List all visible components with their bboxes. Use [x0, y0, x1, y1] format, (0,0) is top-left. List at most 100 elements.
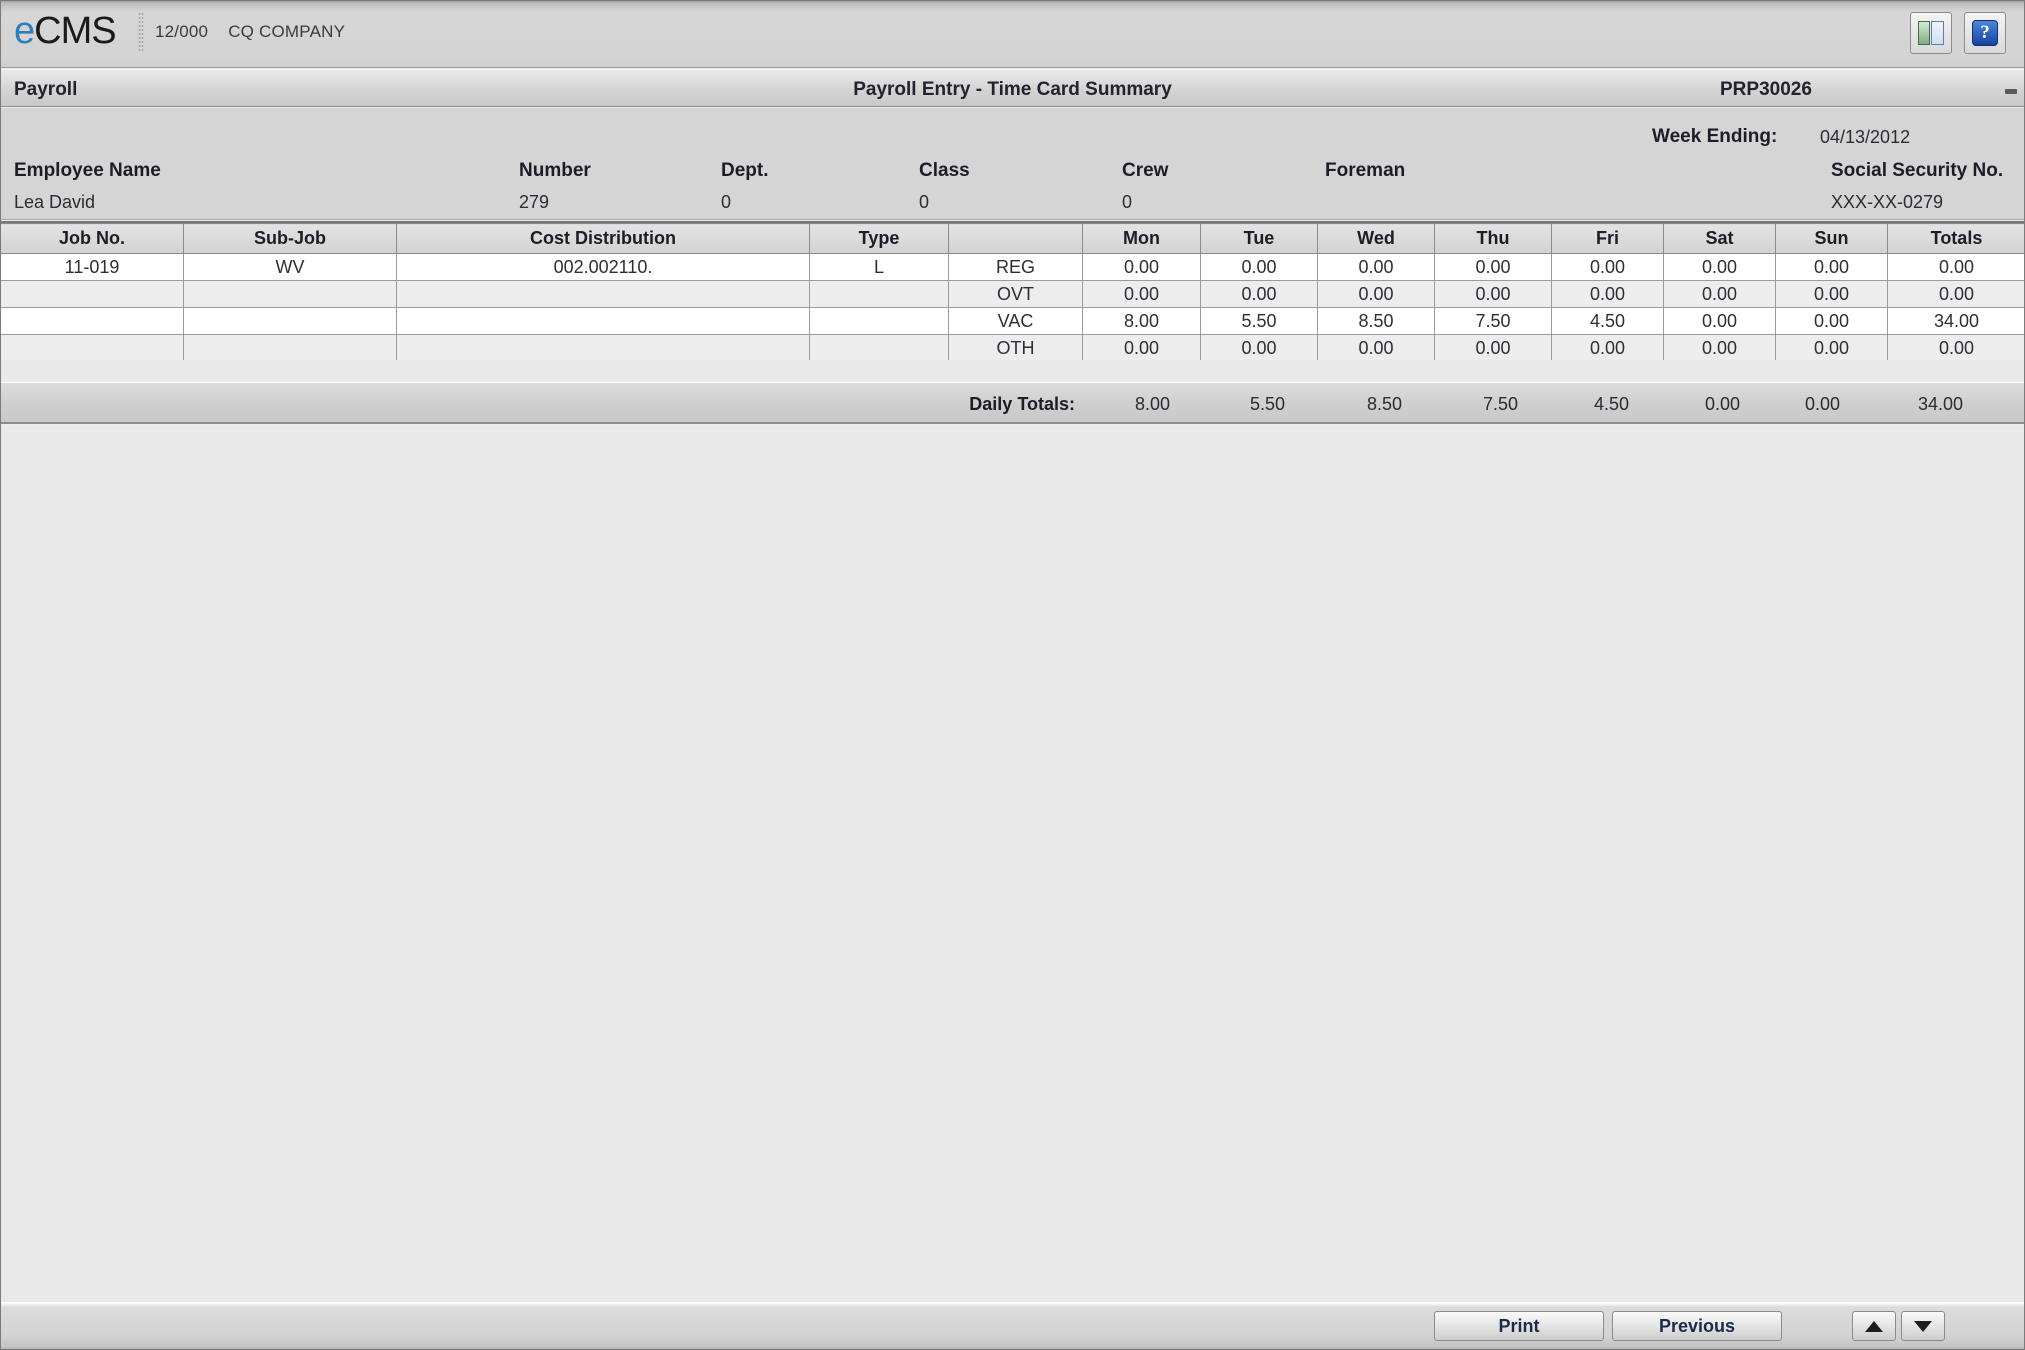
grid-header-row: Job No. Sub-Job Cost Distribution Type M…: [0, 223, 2025, 254]
time-card-grid: Job No. Sub-Job Cost Distribution Type M…: [0, 221, 2025, 364]
cell-tue[interactable]: 5.50: [1200, 307, 1318, 335]
cell-cost-distribution[interactable]: [396, 334, 810, 362]
column-header-totals[interactable]: Totals: [1887, 223, 2025, 254]
cell-category: OVT: [948, 280, 1083, 308]
column-header-category[interactable]: [948, 223, 1083, 254]
column-header-type[interactable]: Type: [809, 223, 949, 254]
split-window-icon: [1918, 21, 1944, 45]
logo-letter-e: e: [14, 10, 35, 52]
cell-type[interactable]: [809, 307, 949, 335]
scroll-up-button[interactable]: [1852, 1311, 1896, 1341]
daily-total-fri: 4.50: [1593, 394, 1629, 414]
cell-fri[interactable]: 0.00: [1551, 253, 1664, 281]
cell-sat[interactable]: 0.00: [1663, 253, 1776, 281]
cell-tue[interactable]: 0.00: [1200, 280, 1318, 308]
column-header-fri[interactable]: Fri: [1551, 223, 1664, 254]
toolbar-drag-handle[interactable]: [138, 12, 144, 52]
cell-totals: 34.00: [1887, 307, 2025, 335]
cell-job-no[interactable]: 11-019: [0, 253, 184, 281]
cell-thu[interactable]: 0.00: [1434, 280, 1552, 308]
social-security-value[interactable]: XXX-XX-0279: [1831, 192, 1943, 213]
cell-wed[interactable]: 8.50: [1317, 307, 1435, 335]
column-header-job-no[interactable]: Job No.: [0, 223, 184, 254]
cell-fri[interactable]: 4.50: [1551, 307, 1664, 335]
previous-button[interactable]: Previous: [1612, 1311, 1782, 1341]
cell-job-no[interactable]: [0, 307, 184, 335]
split-window-button[interactable]: [1910, 12, 1952, 54]
cell-sat[interactable]: 0.00: [1663, 307, 1776, 335]
crew-label: Crew: [1122, 160, 1169, 181]
cell-sub-job[interactable]: [183, 334, 397, 362]
daily-total-totals: 34.00: [1917, 394, 1963, 414]
social-security-label: Social Security No.: [1831, 160, 2004, 181]
cell-type[interactable]: [809, 280, 949, 308]
cell-thu[interactable]: 0.00: [1434, 253, 1552, 281]
foreman-label: Foreman: [1325, 160, 1406, 181]
cell-totals: 0.00: [1887, 253, 2025, 281]
class-label: Class: [919, 160, 970, 181]
cell-cost-distribution[interactable]: [396, 280, 810, 308]
cell-fri[interactable]: 0.00: [1551, 334, 1664, 362]
week-ending-value[interactable]: 04/13/2012: [1820, 127, 1910, 148]
footer-toolbar: Print Previous: [0, 1302, 2025, 1350]
cell-mon[interactable]: 0.00: [1082, 253, 1201, 281]
daily-totals-row: Daily Totals: 8.00 5.50 8.50 7.50 4.50 0…: [0, 382, 2025, 424]
column-header-wed[interactable]: Wed: [1317, 223, 1435, 254]
class-value[interactable]: 0: [919, 192, 929, 213]
cell-sun[interactable]: 0.00: [1775, 280, 1888, 308]
cell-job-no[interactable]: [0, 280, 184, 308]
cell-wed[interactable]: 0.00: [1317, 280, 1435, 308]
scroll-down-button[interactable]: [1901, 1311, 1945, 1341]
column-header-thu[interactable]: Thu: [1434, 223, 1552, 254]
cell-fri[interactable]: 0.00: [1551, 280, 1664, 308]
column-header-mon[interactable]: Mon: [1082, 223, 1201, 254]
column-header-sat[interactable]: Sat: [1663, 223, 1776, 254]
week-ending-label: Week Ending:: [1652, 126, 1778, 147]
cell-sun[interactable]: 0.00: [1775, 307, 1888, 335]
cell-thu[interactable]: 7.50: [1434, 307, 1552, 335]
help-button[interactable]: ?: [1964, 12, 2006, 54]
table-row[interactable]: 11-019 WV 002.002110. L REG 0.00 0.00 0.…: [0, 253, 2025, 281]
table-row[interactable]: VAC 8.00 5.50 8.50 7.50 4.50 0.00 0.00 3…: [0, 307, 2025, 335]
cell-sat[interactable]: 0.00: [1663, 334, 1776, 362]
cell-sun[interactable]: 0.00: [1775, 334, 1888, 362]
column-header-tue[interactable]: Tue: [1200, 223, 1318, 254]
number-label: Number: [519, 160, 591, 181]
cell-type[interactable]: [809, 334, 949, 362]
cell-mon[interactable]: 8.00: [1082, 307, 1201, 335]
cell-sat[interactable]: 0.00: [1663, 280, 1776, 308]
employee-name-label: Employee Name: [14, 160, 161, 181]
cell-type[interactable]: L: [809, 253, 949, 281]
number-value[interactable]: 279: [519, 192, 549, 213]
cell-category: VAC: [948, 307, 1083, 335]
minimize-icon[interactable]: [2005, 89, 2017, 94]
cell-sub-job[interactable]: [183, 280, 397, 308]
daily-total-tue: 5.50: [1249, 394, 1285, 414]
daily-total-sun: 0.00: [1804, 394, 1840, 414]
column-header-cost-distribution[interactable]: Cost Distribution: [396, 223, 810, 254]
cell-wed[interactable]: 0.00: [1317, 253, 1435, 281]
cell-wed[interactable]: 0.00: [1317, 334, 1435, 362]
cell-tue[interactable]: 0.00: [1200, 334, 1318, 362]
cell-sub-job[interactable]: [183, 307, 397, 335]
crew-value[interactable]: 0: [1122, 192, 1132, 213]
column-header-sub-job[interactable]: Sub-Job: [183, 223, 397, 254]
table-row[interactable]: OVT 0.00 0.00 0.00 0.00 0.00 0.00 0.00 0…: [0, 280, 2025, 308]
cell-sun[interactable]: 0.00: [1775, 253, 1888, 281]
dept-value[interactable]: 0: [721, 192, 731, 213]
cell-job-no[interactable]: [0, 334, 184, 362]
column-header-sun[interactable]: Sun: [1775, 223, 1888, 254]
employee-name-value[interactable]: Lea David: [14, 192, 95, 213]
daily-total-mon: 8.00: [1134, 394, 1170, 414]
cell-thu[interactable]: 0.00: [1434, 334, 1552, 362]
cell-cost-distribution[interactable]: 002.002110.: [396, 253, 810, 281]
print-button[interactable]: Print: [1434, 1311, 1604, 1341]
table-row[interactable]: OTH 0.00 0.00 0.00 0.00 0.00 0.00 0.00 0…: [0, 334, 2025, 362]
program-id: PRP30026: [1720, 79, 1812, 100]
triangle-down-icon: [1914, 1320, 1932, 1332]
cell-mon[interactable]: 0.00: [1082, 334, 1201, 362]
cell-sub-job[interactable]: WV: [183, 253, 397, 281]
cell-cost-distribution[interactable]: [396, 307, 810, 335]
cell-mon[interactable]: 0.00: [1082, 280, 1201, 308]
cell-tue[interactable]: 0.00: [1200, 253, 1318, 281]
